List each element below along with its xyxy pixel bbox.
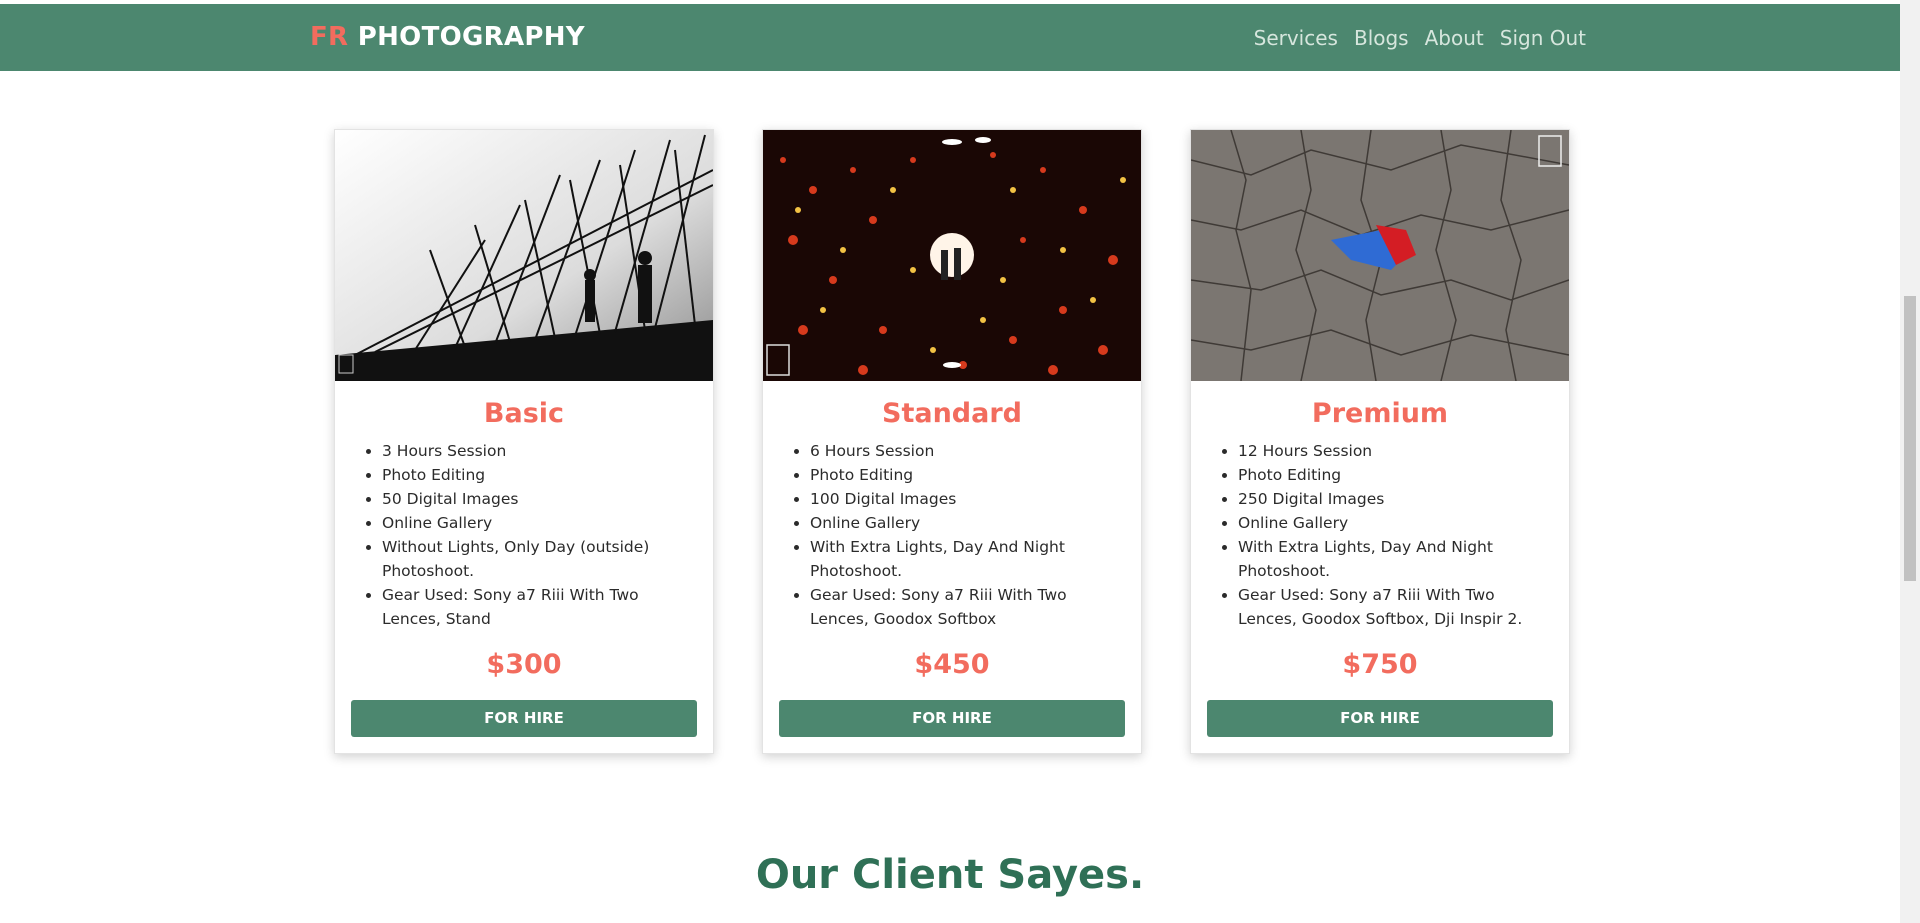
hire-button-basic[interactable]: FOR HIRE [351, 700, 697, 737]
feature-item: 12 Hours Session [1238, 439, 1547, 463]
plan-card-standard: Standard 6 Hours Session Photo Editing 1… [762, 129, 1142, 754]
feature-item: 100 Digital Images [810, 487, 1119, 511]
vertical-scrollbar[interactable] [1900, 0, 1920, 923]
nav-sign-out[interactable]: Sign Out [1500, 26, 1586, 50]
brand-name: PHOTOGRAPHY [357, 22, 585, 52]
plan-price: $750 [1342, 649, 1418, 680]
feature-item: With Extra Lights, Day And Night Photosh… [1238, 535, 1547, 583]
plan-title: Basic [483, 398, 565, 429]
feature-item: Photo Editing [382, 463, 691, 487]
plan-image-basic [335, 130, 713, 381]
feature-item: 3 Hours Session [382, 439, 691, 463]
feature-item: 250 Digital Images [1238, 487, 1547, 511]
feature-item: Gear Used: Sony a7 Riii With Two Lences,… [810, 583, 1119, 631]
nav-blogs[interactable]: Blogs [1354, 26, 1409, 50]
feature-list: 6 Hours Session Photo Editing 100 Digita… [763, 439, 1141, 631]
plan-card-premium: Premium 12 Hours Session Photo Editing 2… [1190, 129, 1570, 754]
plan-image-standard [763, 130, 1141, 381]
feature-item: Online Gallery [810, 511, 1119, 535]
hire-button-premium[interactable]: FOR HIRE [1207, 700, 1553, 737]
plan-title: Standard [882, 398, 1022, 429]
feature-item: Gear Used: Sony a7 Riii With Two Lences,… [1238, 583, 1547, 631]
plan-price: $450 [914, 649, 990, 680]
nav-services[interactable]: Services [1254, 26, 1338, 50]
feature-item: With Extra Lights, Day And Night Photosh… [810, 535, 1119, 583]
testimonials-title: Our Client Sayes. [755, 852, 1145, 898]
brand-logo[interactable]: FR PHOTOGRAPHY [310, 4, 585, 71]
nav-links: Services Blogs About Sign Out [1254, 4, 1586, 71]
plan-title: Premium [1311, 398, 1449, 429]
brand-prefix: FR [310, 22, 349, 52]
feature-list: 3 Hours Session Photo Editing 50 Digital… [335, 439, 713, 631]
feature-item: Photo Editing [810, 463, 1119, 487]
navbar: FR PHOTOGRAPHY Services Blogs About Sign… [0, 4, 1900, 71]
plan-card-basic: Basic 3 Hours Session Photo Editing 50 D… [334, 129, 714, 754]
feature-item: Photo Editing [1238, 463, 1547, 487]
feature-item: 50 Digital Images [382, 487, 691, 511]
plan-price: $300 [486, 649, 562, 680]
feature-item: Online Gallery [382, 511, 691, 535]
feature-item: Without Lights, Only Day (outside) Photo… [382, 535, 691, 583]
feature-item: Online Gallery [1238, 511, 1547, 535]
feature-item: 6 Hours Session [810, 439, 1119, 463]
feature-item: Gear Used: Sony a7 Riii With Two Lences,… [382, 583, 691, 631]
scrollbar-thumb[interactable] [1904, 296, 1916, 581]
nav-about[interactable]: About [1425, 26, 1484, 50]
page: FR PHOTOGRAPHY Services Blogs About Sign… [0, 0, 1900, 923]
hire-button-standard[interactable]: FOR HIRE [779, 700, 1125, 737]
feature-list: 12 Hours Session Photo Editing 250 Digit… [1191, 439, 1569, 631]
plan-image-premium [1191, 130, 1569, 381]
